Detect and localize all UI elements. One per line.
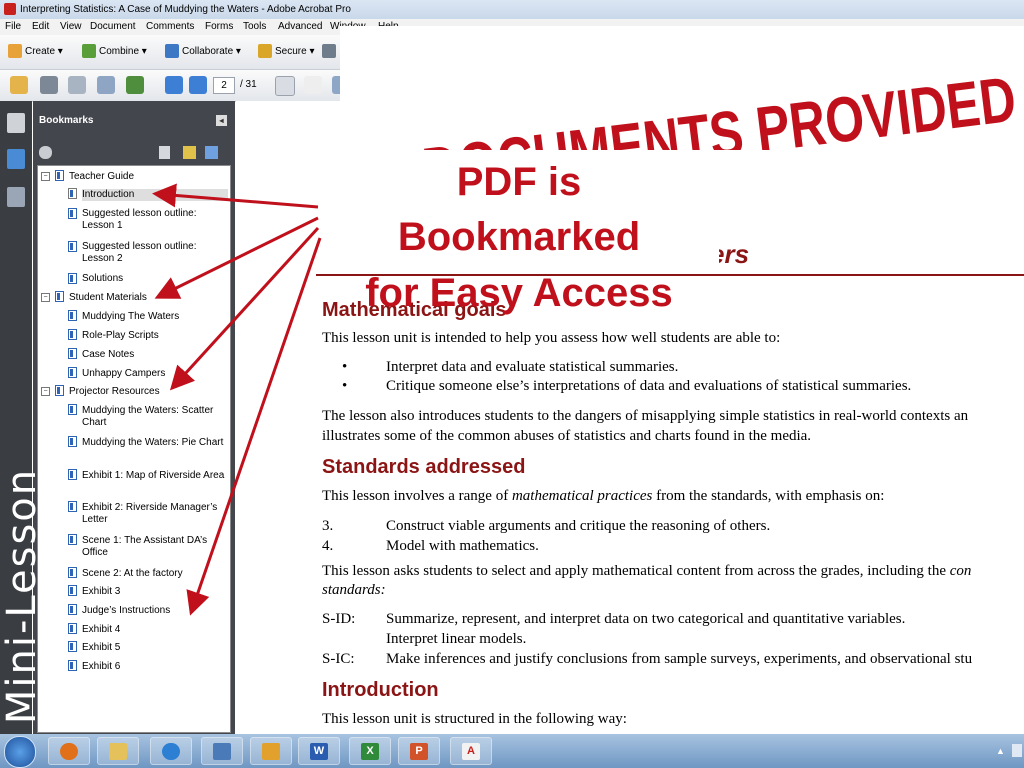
callout-arrows (152, 183, 322, 616)
arrow-to-student-materials (154, 216, 319, 299)
arrow-to-introduction (152, 183, 319, 209)
arrow-to-judges-instructions (186, 237, 322, 616)
mini-lesson-label: Mini-Lesson (0, 467, 45, 725)
